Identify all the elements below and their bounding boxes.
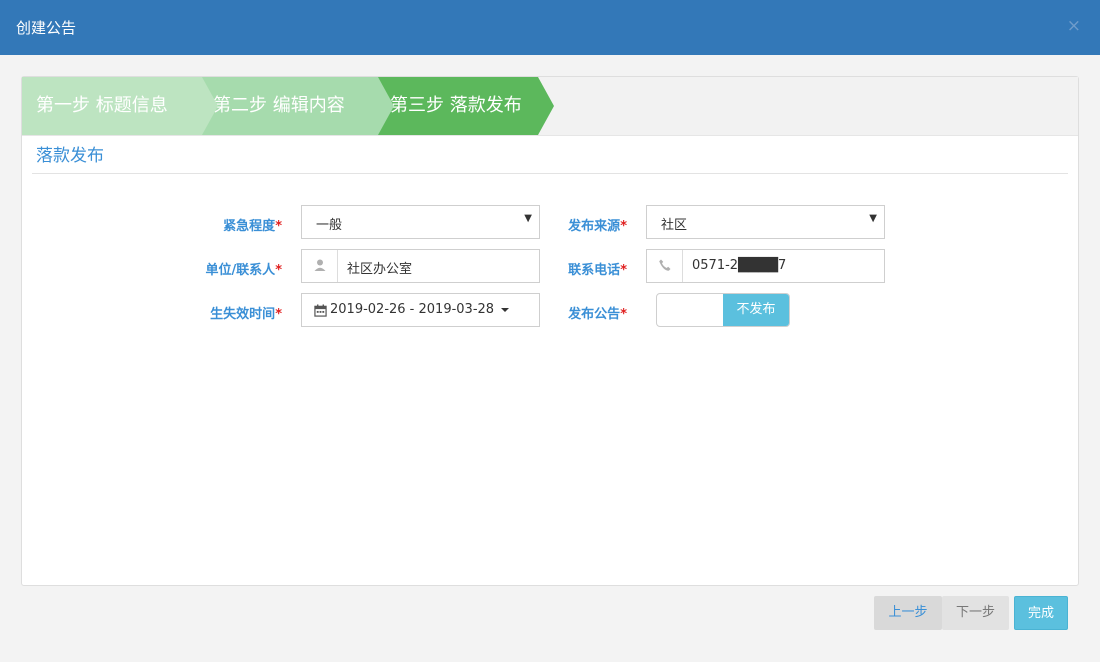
section-divider <box>32 173 1068 174</box>
contact-addon <box>302 250 338 282</box>
user-icon <box>314 259 326 271</box>
dialog-title: 创建公告 <box>16 19 77 37</box>
next-step-button[interactable]: 下一步 <box>942 596 1009 630</box>
contact-label: 单位/联系人* <box>205 263 282 278</box>
urgency-select[interactable]: 一般 ▼ <box>301 205 540 239</box>
publish-toggle[interactable]: 不发布 <box>656 293 790 327</box>
chevron-down-icon: ▼ <box>869 213 877 224</box>
contact-input[interactable]: 社区办公室 <box>301 249 540 283</box>
calendar-icon <box>314 304 327 317</box>
section-title: 落款发布 <box>36 146 104 166</box>
validity-daterange[interactable]: 2019-02-26 - 2019-03-28 <box>301 293 540 327</box>
wizard-panel: 第一步 标题信息 第二步 编辑内容 第三步 落款发布 落款发布 紧急程度* 一般… <box>21 76 1079 586</box>
phone-label: 联系电话* <box>568 263 627 278</box>
step-label: 第三步 落款发布 <box>390 95 522 116</box>
source-label: 发布来源* <box>568 219 627 234</box>
phone-icon <box>659 259 671 271</box>
urgency-value: 一般 <box>316 218 343 233</box>
validity-value: 2019-02-26 - 2019-03-28 <box>330 302 495 317</box>
validity-label: 生失效时间* <box>210 307 282 322</box>
phone-addon <box>647 250 683 282</box>
step-label: 第一步 标题信息 <box>36 95 168 116</box>
caret-down-icon <box>501 308 509 312</box>
finish-button[interactable]: 完成 <box>1014 596 1068 630</box>
urgency-label: 紧急程度* <box>223 219 282 234</box>
step-signature-publish[interactable]: 第三步 落款发布 <box>374 77 554 135</box>
publish-toggle-state: 不发布 <box>723 294 789 326</box>
publish-label: 发布公告* <box>568 307 627 322</box>
prev-step-button[interactable]: 上一步 <box>874 596 942 630</box>
source-value: 社区 <box>661 218 688 233</box>
step-label: 第二步 编辑内容 <box>213 95 345 116</box>
source-select[interactable]: 社区 ▼ <box>646 205 885 239</box>
step-edit-content[interactable]: 第二步 编辑内容 <box>198 77 394 135</box>
step-title-info[interactable]: 第一步 标题信息 <box>22 77 218 135</box>
phone-input[interactable]: 0571-2████7 <box>646 249 885 283</box>
wizard-steps: 第一步 标题信息 第二步 编辑内容 第三步 落款发布 <box>22 77 1078 136</box>
phone-value: 0571-2████7 <box>692 258 787 273</box>
contact-value: 社区办公室 <box>347 262 413 277</box>
close-icon[interactable]: × <box>1067 16 1081 36</box>
dialog-header: 创建公告 × <box>0 0 1100 55</box>
